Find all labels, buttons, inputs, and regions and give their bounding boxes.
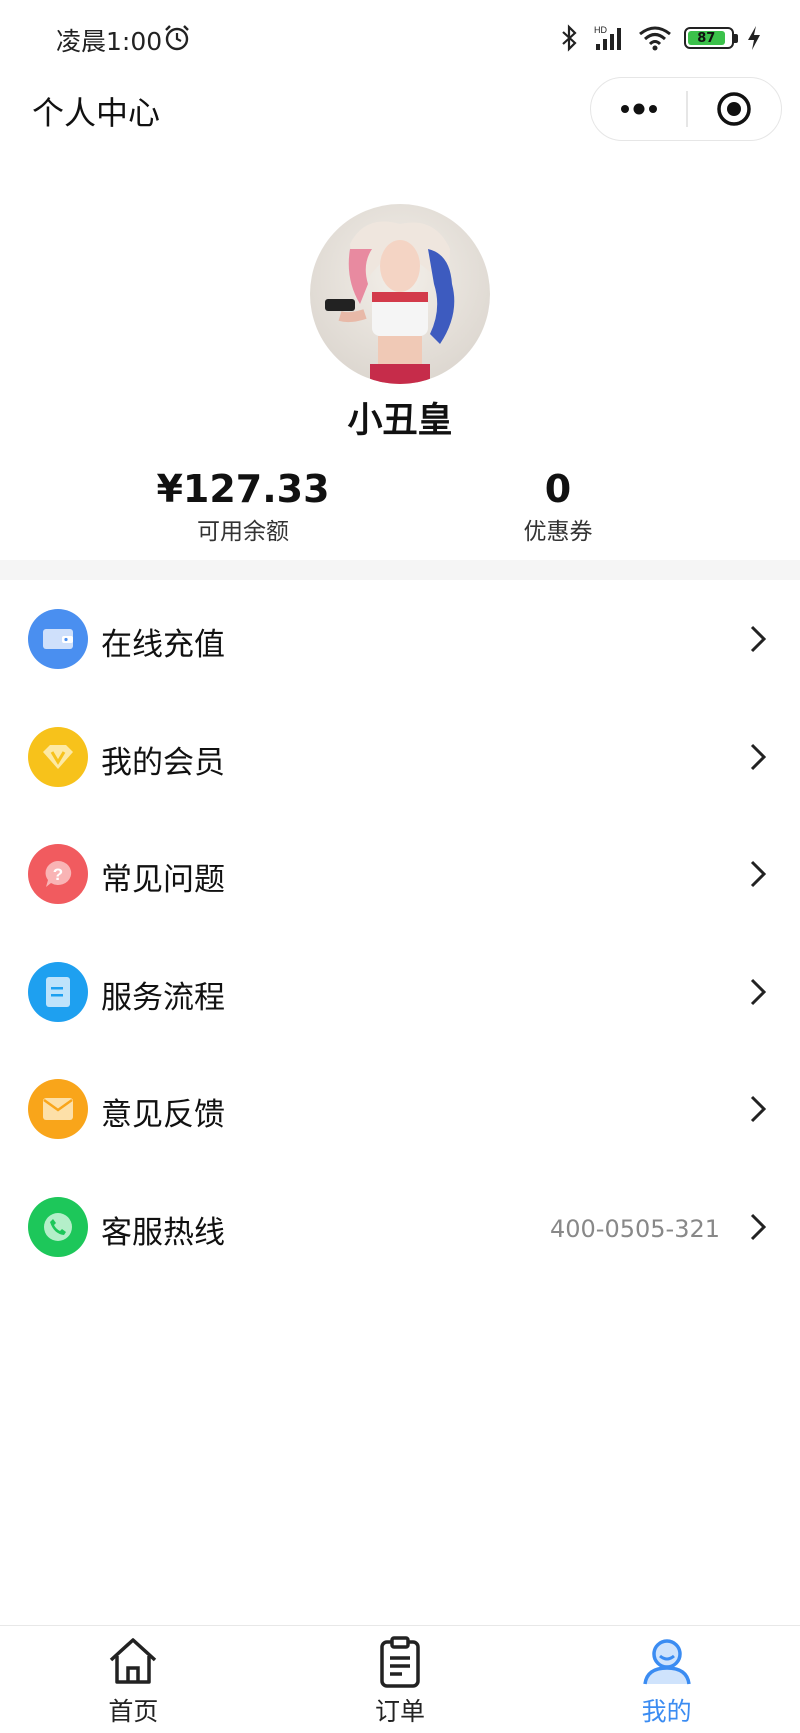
more-button[interactable] xyxy=(591,78,686,140)
document-icon xyxy=(28,961,88,1022)
charging-icon xyxy=(748,26,760,50)
menu-item-service-process[interactable]: 服务流程 xyxy=(0,933,800,1051)
mini-program-capsule xyxy=(590,77,782,141)
envelope-icon xyxy=(28,1079,88,1140)
coupon-stat[interactable]: 0 优惠券 xyxy=(458,468,658,546)
chevron-right-icon xyxy=(750,861,767,888)
wifi-icon xyxy=(639,26,671,51)
menu-item-faq[interactable]: ? 常见问题 xyxy=(0,815,800,933)
balance-stat[interactable]: ¥127.33 可用余额 xyxy=(143,468,343,546)
svg-text:HD: HD xyxy=(594,25,607,35)
vip-diamond-icon xyxy=(28,726,88,787)
balance-label: 可用余额 xyxy=(197,519,289,545)
menu-item-recharge[interactable]: 在线充值 xyxy=(0,580,800,698)
tab-label: 首页 xyxy=(108,1697,159,1726)
menu-label: 客服热线 xyxy=(101,1214,225,1251)
status-icons: HD 87 xyxy=(558,22,762,54)
bluetooth-icon xyxy=(562,24,577,52)
menu-label: 常见问题 xyxy=(101,862,225,899)
menu-item-hotline[interactable]: 客服热线 400-0505-321 xyxy=(0,1168,800,1286)
user-icon xyxy=(642,1639,691,1685)
wallet-icon xyxy=(28,609,88,669)
chevron-right-icon xyxy=(750,978,767,1005)
tab-label: 我的 xyxy=(641,1697,692,1726)
menu-label: 我的会员 xyxy=(101,744,225,781)
home-icon xyxy=(110,1638,157,1684)
question-icon: ? xyxy=(28,844,88,905)
menu-item-feedback[interactable]: 意见反馈 xyxy=(0,1050,800,1168)
balance-value: ¥127.33 xyxy=(156,467,330,511)
menu-label: 服务流程 xyxy=(101,979,225,1016)
coupon-label: 优惠券 xyxy=(523,519,593,545)
tab-bar: 首页 订单 我的 xyxy=(0,1625,800,1733)
chevron-right-icon xyxy=(750,625,767,653)
status-bar: 凌晨1:00 HD 87 xyxy=(0,0,800,76)
avatar[interactable] xyxy=(310,204,490,384)
hotline-number[interactable]: 400-0505-321 xyxy=(550,1215,720,1243)
signal-icon: HD xyxy=(594,25,621,50)
battery-icon: 87 xyxy=(684,27,738,49)
avatar-image xyxy=(310,204,490,384)
chevron-right-icon xyxy=(750,1096,767,1123)
chevron-right-icon xyxy=(750,1213,767,1241)
battery-level: 87 xyxy=(697,30,716,46)
alarm-icon xyxy=(165,25,189,51)
tab-orders[interactable]: 订单 xyxy=(267,1626,534,1733)
order-clipboard-icon xyxy=(380,1636,420,1688)
profile-section: 小丑皇 ¥127.33 可用余额 0 优惠券 xyxy=(0,142,800,560)
svg-text:?: ? xyxy=(53,865,63,884)
tab-profile[interactable]: 我的 xyxy=(533,1626,800,1733)
page-title: 个人中心 xyxy=(32,94,161,132)
menu-label: 意见反馈 xyxy=(101,1097,225,1134)
close-mini-program-button[interactable] xyxy=(688,78,782,140)
nav-bar: 个人中心 xyxy=(0,76,800,142)
menu-list: 在线充值 我的会员 ? 常见问题 服务流程 意见反馈 客服热线 400-0505… xyxy=(0,580,800,1286)
menu-label: 在线充值 xyxy=(101,627,225,663)
tab-home[interactable]: 首页 xyxy=(0,1626,267,1733)
phone-icon xyxy=(28,1196,88,1257)
section-divider xyxy=(0,560,800,580)
menu-item-membership[interactable]: 我的会员 xyxy=(0,698,800,816)
status-time: 凌晨1:00 xyxy=(56,27,163,56)
close-mini-program-icon xyxy=(717,92,751,126)
chevron-right-icon xyxy=(750,743,767,770)
coupon-value: 0 xyxy=(544,467,572,511)
tab-label: 订单 xyxy=(375,1697,426,1726)
username: 小丑皇 xyxy=(347,401,453,441)
more-icon xyxy=(620,103,657,115)
